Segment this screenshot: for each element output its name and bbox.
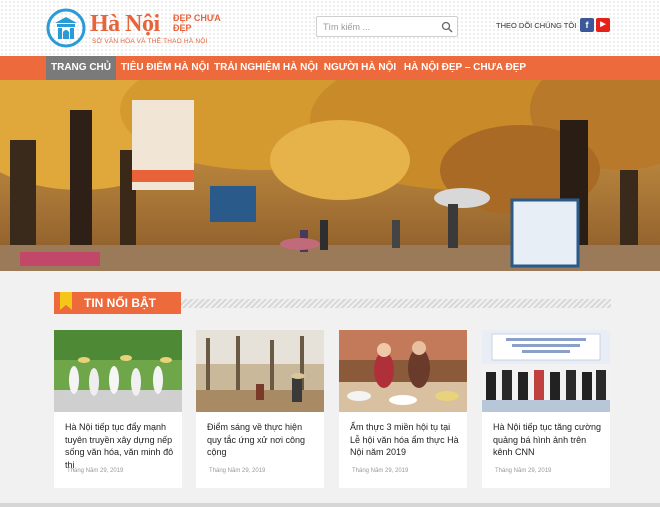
- news-card[interactable]: Hà Nội tiếp tục tăng cường quảng bá hình…: [482, 330, 610, 488]
- site-logo[interactable]: Hà Nội ĐẸP CHƯA ĐẸP SỞ VĂN HÓA VÀ THỂ TH…: [46, 8, 236, 50]
- news-card-title[interactable]: Hà Nội tiếp tục tăng cường quảng bá hình…: [493, 421, 605, 459]
- search-box: [316, 16, 458, 37]
- section-divider: [174, 299, 611, 308]
- search-icon[interactable]: [441, 21, 453, 33]
- nav-item-focus[interactable]: TIÊU ĐIỂM HÀ NỘI: [116, 56, 214, 80]
- section-title-text: TIN NỔI BẬT: [84, 296, 156, 310]
- news-card-date: Tháng Năm 29, 2019: [67, 468, 124, 474]
- logo-emblem-icon: [46, 8, 86, 48]
- hero-autumn-street-illustration: [0, 80, 660, 271]
- logo-subtitle: SỞ VĂN HÓA VÀ THỂ THAO HÀ NỘI: [92, 38, 208, 45]
- news-card-date: Tháng Năm 29, 2019: [495, 468, 552, 474]
- news-card-image[interactable]: [196, 330, 324, 412]
- youtube-icon[interactable]: ▶: [596, 18, 610, 32]
- news-card-title[interactable]: Điểm sáng về thực hiện quy tắc ứng xử nơ…: [207, 421, 319, 459]
- nav-item-beautiful[interactable]: HÀ NỘI ĐẸP – CHƯA ĐẸP: [402, 56, 528, 80]
- logo-wordmark: Hà Nội: [90, 11, 160, 37]
- news-card[interactable]: Điểm sáng về thực hiện quy tắc ứng xử nơ…: [196, 330, 324, 488]
- nav-item-experience[interactable]: TRẢI NGHIỆM HÀ NỘI: [214, 56, 318, 80]
- news-card-date: Tháng Năm 29, 2019: [209, 468, 266, 474]
- nav-item-home[interactable]: TRANG CHỦ: [46, 56, 116, 80]
- hero-image[interactable]: [0, 80, 660, 271]
- news-card-image[interactable]: [339, 330, 467, 412]
- news-card-date: Tháng Năm 29, 2019: [352, 468, 409, 474]
- search-input[interactable]: [317, 17, 435, 36]
- logo-tagline: ĐẸP CHƯA ĐẸP: [173, 13, 221, 33]
- site-header: Hà Nội ĐẸP CHƯA ĐẸP SỞ VĂN HÓA VÀ THỂ TH…: [0, 0, 660, 56]
- news-card-image[interactable]: [54, 330, 182, 412]
- news-card[interactable]: Ẩm thực 3 miền hội tụ tại Lễ hội văn hóa…: [339, 330, 467, 488]
- bottom-divider: [0, 503, 660, 507]
- news-card-title[interactable]: Ẩm thực 3 miền hội tụ tại Lễ hội văn hóa…: [350, 421, 462, 459]
- news-card[interactable]: Hà Nội tiếp tục đẩy mạnh tuyên truyền xâ…: [54, 330, 182, 488]
- facebook-icon[interactable]: f: [580, 18, 594, 32]
- nav-item-people[interactable]: NGƯỜI HÀ NỘI: [318, 56, 402, 80]
- main-nav: TRANG CHỦ TIÊU ĐIỂM HÀ NỘI TRẢI NGHIỆM H…: [0, 56, 660, 80]
- follow-label: THEO DÕI CHÚNG TÔI: [496, 21, 577, 30]
- section-title: TIN NỔI BẬT: [54, 292, 181, 314]
- news-card-title[interactable]: Hà Nội tiếp tục đẩy mạnh tuyên truyền xâ…: [65, 421, 177, 471]
- news-card-image[interactable]: [482, 330, 610, 412]
- featured-section-header: TIN NỔI BẬT: [54, 292, 611, 314]
- bookmark-icon: [60, 292, 72, 310]
